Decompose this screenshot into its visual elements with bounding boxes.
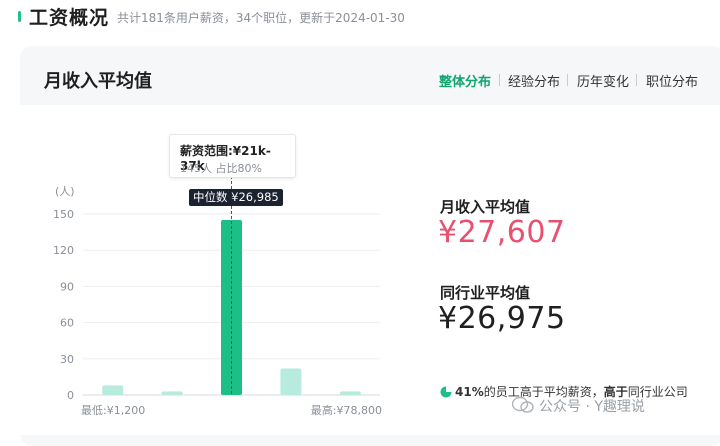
y-tick-label: 30	[60, 353, 74, 366]
industry-avg-value: ¥26,975	[438, 301, 566, 336]
bar	[339, 391, 361, 395]
y-tick-label: 60	[60, 317, 74, 330]
avg-income-value: ¥27,607	[438, 215, 566, 250]
salary-distribution-chart: (人) 0 30 60 90 120 150 最低:¥1,200 最高:¥78,800	[53, 176, 382, 417]
pie-chart-icon	[440, 386, 452, 398]
bar-tooltip: 薪资范围:¥21k-37k 145人 占比80%	[169, 134, 296, 178]
bar	[102, 385, 124, 395]
tooltip-count: 145人 占比80%	[180, 162, 262, 175]
watermark: 公众号 · Y趣理说	[512, 396, 645, 416]
y-tick-label: 90	[60, 280, 74, 293]
industry-avg-label: 同行业平均值	[440, 284, 531, 302]
y-tick-label: 150	[53, 208, 74, 221]
bar	[161, 391, 183, 395]
summary-percent: 41%	[455, 385, 484, 399]
y-tick-label: 120	[53, 244, 74, 257]
x-max-label: 最高:¥78,800	[311, 403, 382, 417]
y-tick-label: 0	[67, 389, 74, 402]
y-axis-unit: (人)	[55, 185, 75, 198]
watermark-text: 公众号 · Y趣理说	[539, 399, 645, 415]
x-min-label: 最低:¥1,200	[81, 404, 145, 417]
bar	[280, 368, 302, 395]
avg-income-label: 月收入平均值	[440, 198, 531, 216]
wechat-icon	[512, 396, 534, 413]
median-tag: 中位数 ¥26,985	[189, 189, 283, 206]
